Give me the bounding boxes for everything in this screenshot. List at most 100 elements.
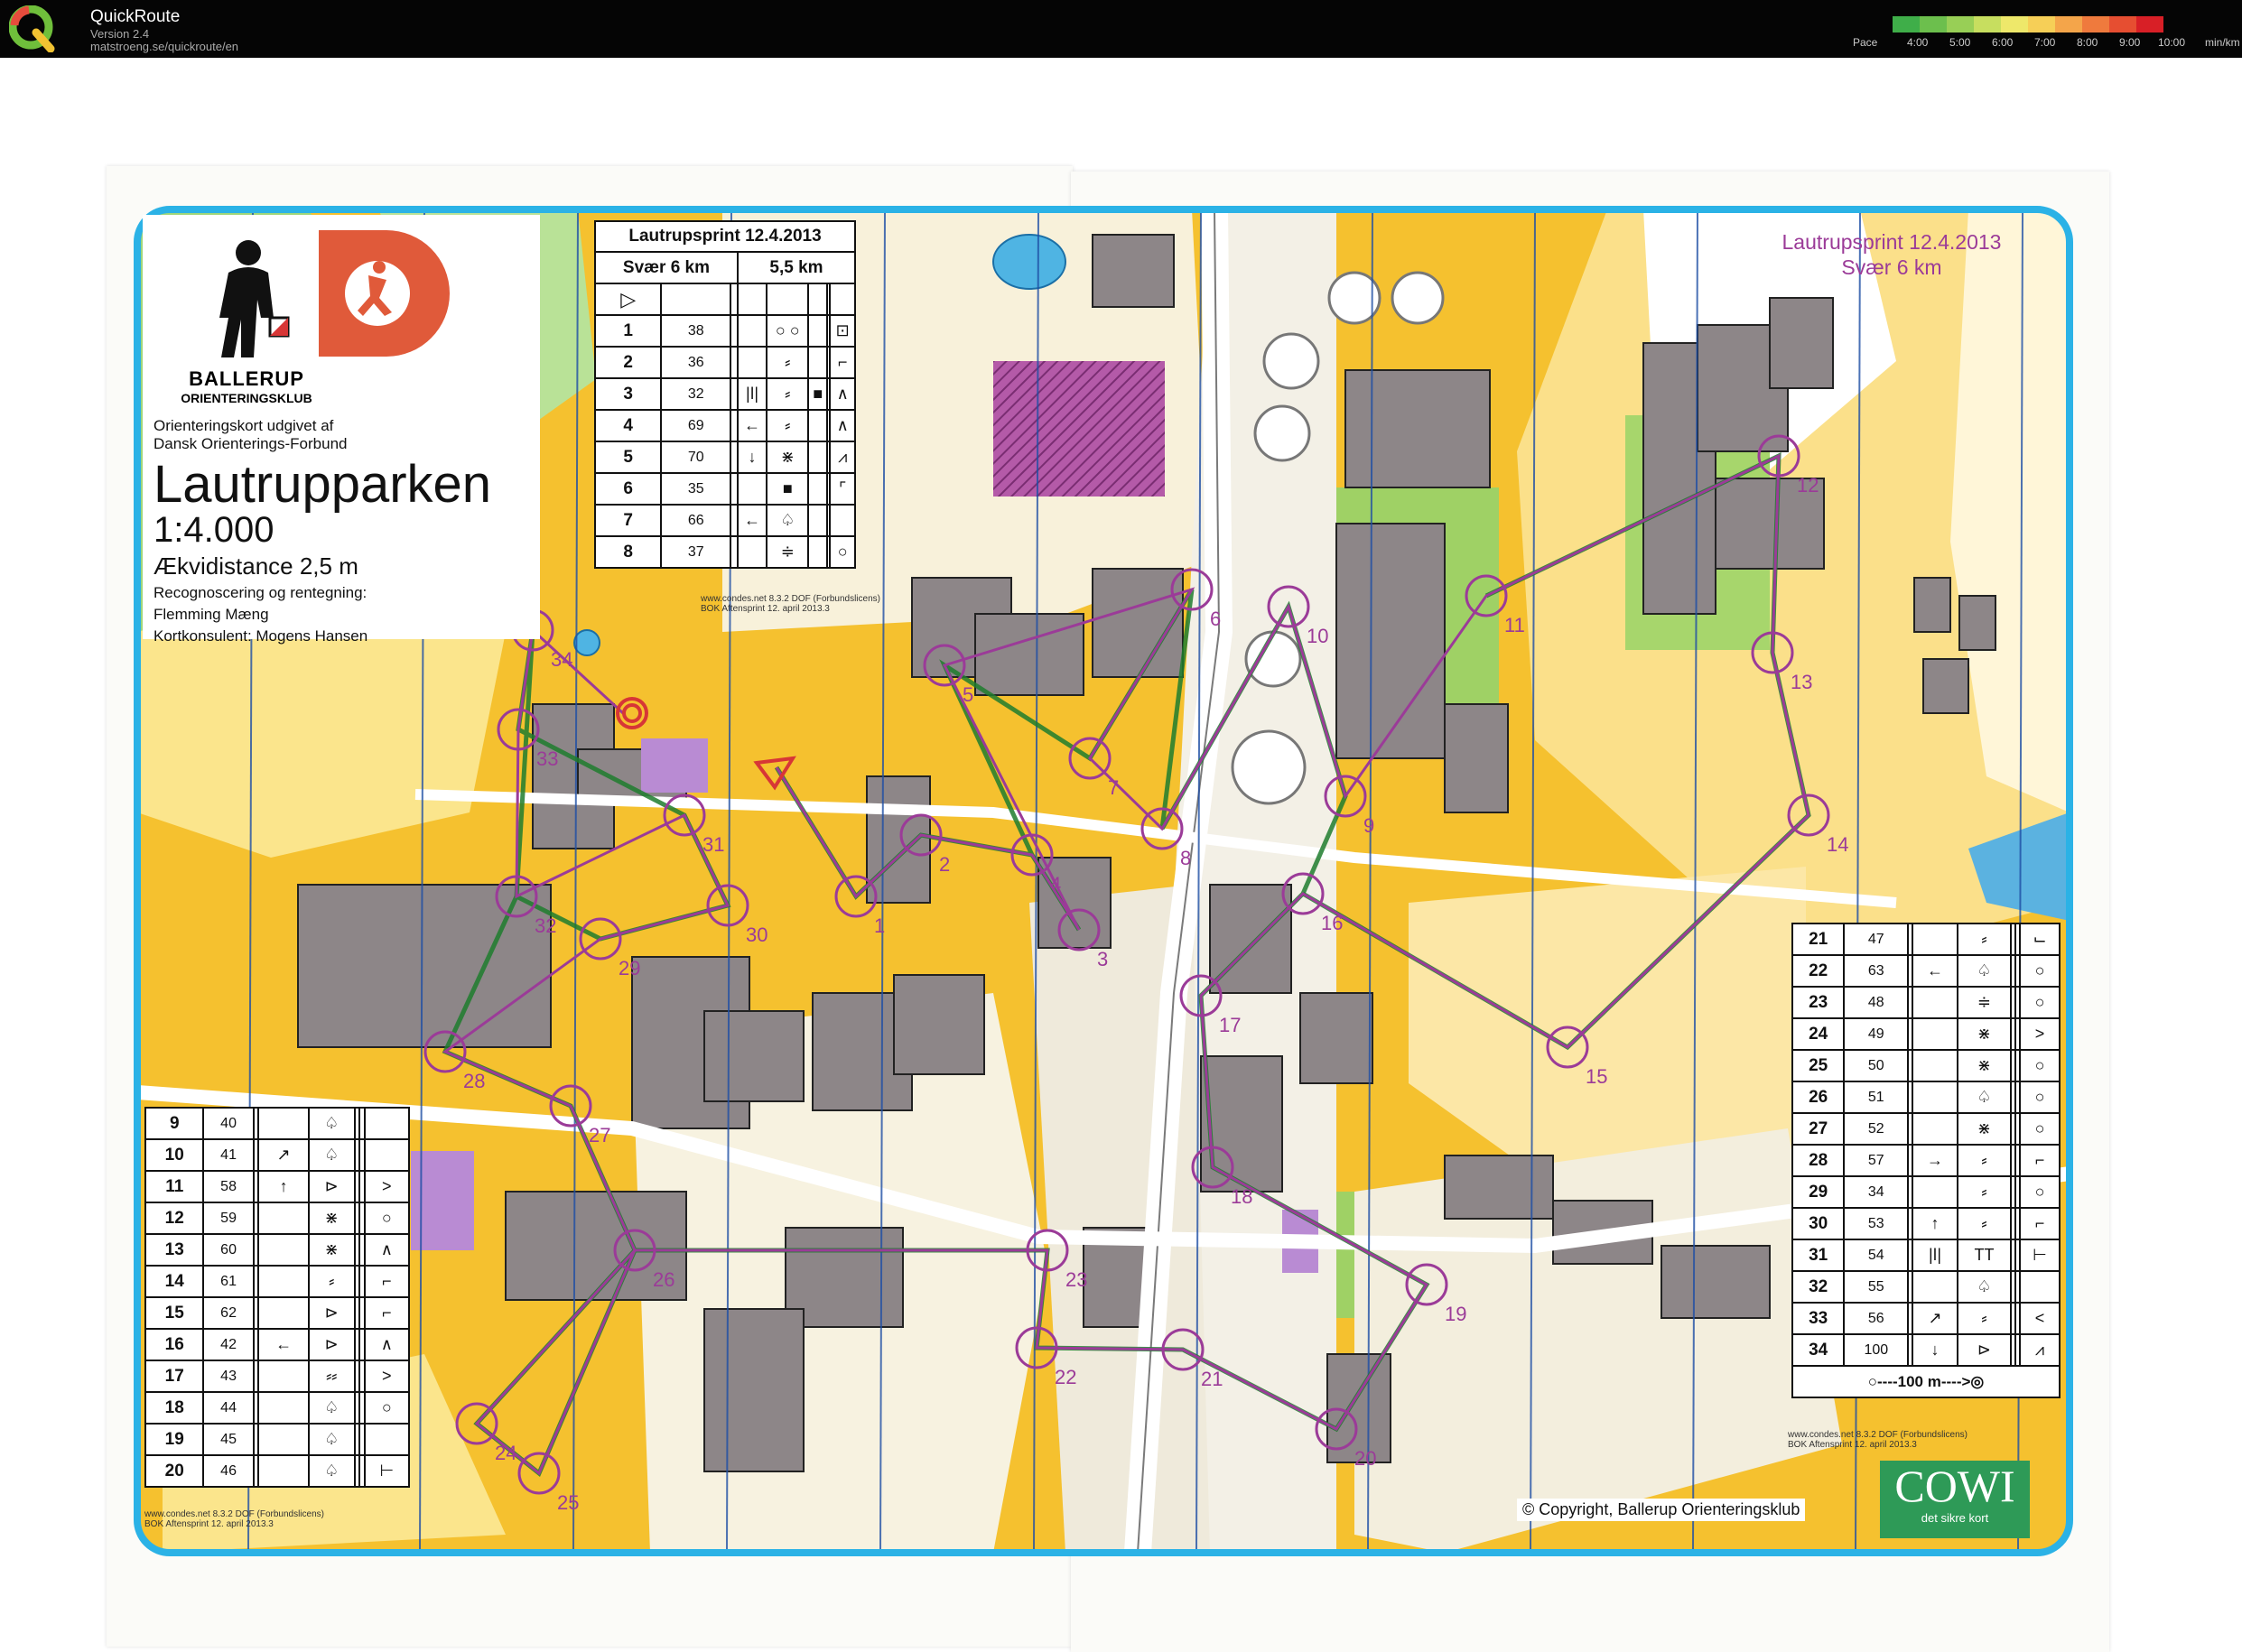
- fineprint-line: www.condes.net 8.3.2 DOF (Forbundslicens…: [701, 594, 880, 604]
- cd-control-code: 56: [1843, 1302, 1910, 1335]
- control-number: 2: [939, 853, 950, 876]
- cd-control-number: 16: [144, 1328, 205, 1361]
- fineprint-line: BOK Aftensprint 12. april 2013.3: [701, 604, 830, 614]
- cd-control-number: 15: [144, 1296, 205, 1330]
- cd-row: 34 100 ↓ ⊳ ⩘: [1791, 1333, 2061, 1367]
- cd-location: ○: [829, 535, 856, 569]
- cd-control-number: 9: [144, 1107, 205, 1140]
- cd-control-number: 1: [593, 314, 663, 348]
- cd-control-number: 20: [144, 1454, 205, 1488]
- cd-feature: ♤: [307, 1423, 356, 1456]
- cd-appearance: [807, 472, 829, 506]
- cd-feature: ♤: [307, 1138, 356, 1172]
- restricted-area: [993, 361, 1165, 497]
- cd-control-number: 25: [1791, 1049, 1846, 1082]
- fineprint: www.condes.net 8.3.2 DOF (Forbundslicens…: [1788, 1430, 1968, 1450]
- cd-empty: [730, 409, 739, 442]
- building: [1444, 1155, 1554, 1220]
- fineprint-line: BOK Aftensprint 12. april 2013.3: [1788, 1440, 1917, 1450]
- cd-feature: ♤: [307, 1391, 356, 1425]
- cd-feature: ⋇: [1956, 1112, 2013, 1146]
- building: [1922, 658, 1969, 714]
- cd-control-number: 24: [1791, 1017, 1846, 1051]
- cd-empty: [730, 535, 739, 569]
- cd-control-number: 6: [593, 472, 663, 506]
- cd-feature: ⋇: [1956, 1049, 2013, 1082]
- control-number: 17: [1219, 1014, 1241, 1036]
- control-number: 5: [963, 683, 973, 706]
- cd-which-feature: [257, 1202, 310, 1235]
- copyright-text: Copyright, Ballerup Orienteringsklub: [1539, 1500, 1800, 1518]
- cd-finish: ○----100 m---->◎: [1791, 1365, 2061, 1398]
- copyright-icon: ©: [1522, 1500, 1535, 1518]
- cd-which-feature: |ǀ|: [1912, 1239, 1958, 1272]
- control-number: 31: [702, 833, 724, 856]
- cd-which-feature: ←: [736, 409, 768, 442]
- cd-appearance: [807, 346, 829, 379]
- map-name: Lautrupparken: [153, 455, 492, 514]
- cd-control-code: 40: [202, 1107, 255, 1140]
- cd-control-code: 46: [202, 1454, 255, 1488]
- cd-which-feature: [1912, 1017, 1958, 1051]
- cd-control-number: 8: [593, 535, 663, 569]
- building: [1661, 1245, 1771, 1319]
- cd-appearance: [807, 409, 829, 442]
- cd-location: ○: [2019, 1175, 2061, 1209]
- cd-control-number: 5: [593, 441, 663, 474]
- cd-location: ∧: [363, 1328, 411, 1361]
- cd-which-feature: [257, 1296, 310, 1330]
- cd-row: 29 34 ⸗ ○: [1791, 1175, 2061, 1209]
- club-sub: ORIENTERINGSKLUB: [181, 391, 312, 405]
- cd-control-code: 38: [660, 314, 732, 348]
- cd-feature: ⋇: [1956, 1017, 2013, 1051]
- cd-control-code: 66: [660, 504, 732, 537]
- control-number: 12: [1797, 474, 1819, 497]
- cd-row: 14 61 ⸗ ⌐: [144, 1265, 411, 1298]
- cd-feature: ♤: [307, 1454, 356, 1488]
- cd-row: 7 66 ← ♤: [593, 504, 856, 537]
- cd-which-feature: |ǀ|: [736, 377, 768, 411]
- cd-which-feature: [257, 1265, 310, 1298]
- cd-row: 17 43 ⸗⸗ >: [144, 1360, 411, 1393]
- cd-location: >: [363, 1170, 411, 1203]
- cd-control-number: 33: [1791, 1302, 1846, 1335]
- cd-empty: [730, 346, 739, 379]
- control-number: 26: [653, 1268, 674, 1291]
- cd-location: ⌐: [2019, 1207, 2061, 1240]
- sponsor-name: COWI: [1894, 1461, 2015, 1511]
- roundabout: [1244, 630, 1302, 688]
- cd-row: 27 52 ⋇ ○: [1791, 1112, 2061, 1146]
- cd-control-code: 42: [202, 1328, 255, 1361]
- cd-empty: [730, 472, 739, 506]
- cd-control-code: 100: [1843, 1333, 1910, 1367]
- control-number: 24: [495, 1442, 516, 1464]
- cd-feature: ⸗: [307, 1265, 356, 1298]
- control-number: 18: [1231, 1185, 1252, 1208]
- cd-row: 2 36 ⸗ ⌐: [593, 346, 856, 379]
- control-number: 9: [1363, 814, 1374, 837]
- cd-control-number: 30: [1791, 1207, 1846, 1240]
- cd-control-code: 63: [1843, 954, 1910, 988]
- cd-feature: ♤: [1956, 954, 2013, 988]
- cd-row: 9 40 ♤: [144, 1107, 411, 1140]
- credit-line: Flemming Mæng: [153, 606, 269, 623]
- cd-empty: [730, 441, 739, 474]
- cd-which-feature: [257, 1391, 310, 1425]
- fineprint: www.condes.net 8.3.2 DOF (Forbundslicens…: [701, 594, 880, 614]
- control-number: 22: [1055, 1366, 1076, 1388]
- building: [1769, 297, 1834, 389]
- sponsor-logo: COWI det sikre kort: [1880, 1461, 2030, 1538]
- cd-which-feature: [1912, 1081, 1958, 1114]
- cd-which-feature: [257, 1107, 310, 1140]
- cd-which-feature: ↗: [257, 1138, 310, 1172]
- pond: [573, 629, 600, 656]
- cd-location: ⌐: [829, 346, 856, 379]
- cd-row: 8 37 ≑ ○: [593, 535, 856, 569]
- cd-location: ⌙: [2019, 923, 2061, 956]
- cd-control-number: 26: [1791, 1081, 1846, 1114]
- cd-feature: ⋇: [766, 441, 810, 474]
- cd-which-feature: [1912, 923, 1958, 956]
- control-number: 20: [1354, 1447, 1376, 1470]
- cd-control-code: 47: [1843, 923, 1910, 956]
- cd-control-code: 60: [202, 1233, 255, 1267]
